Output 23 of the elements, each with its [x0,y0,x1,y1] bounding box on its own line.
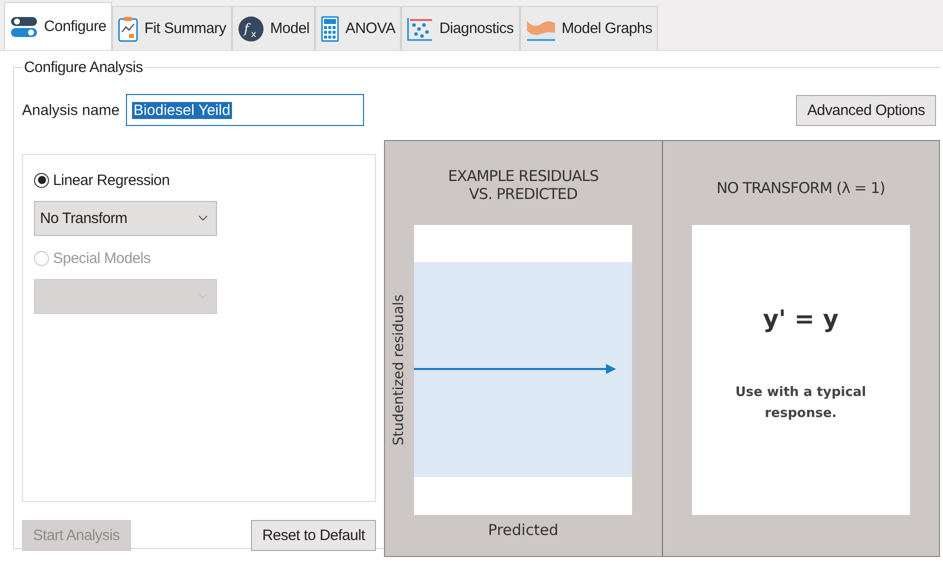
formula: y' = y [763,305,838,333]
scatter-icon [407,16,434,40]
reset-to-default-button[interactable]: Reset to Default [251,520,376,551]
chevron-down-icon [198,215,208,221]
advanced-options-button[interactable]: Advanced Options [796,94,936,126]
example-title: EXAMPLE RESIDUALS VS. PREDICTED [448,167,599,205]
x-axis-label: Predicted [488,521,558,539]
transform-title: NO TRANSFORM (λ = 1) [716,179,886,199]
y-axis-label: Studentized residuals [391,294,408,446]
radio-button[interactable]: Linear Regression [34,172,170,188]
analysis-name-label: Analysis name [22,102,120,118]
transform-note: Use with a typical response. [734,384,868,423]
calculator-icon [321,16,340,42]
analysis-name-field[interactable]: Biodiesel Yeild [126,94,364,126]
tab[interactable]: Diagnostics [401,6,520,50]
group-title: Configure Analysis [23,59,144,76]
clipboard-icon [118,16,138,42]
tab[interactable]: Model Graphs [520,6,658,50]
dropdown[interactable]: No Transform [34,200,217,236]
tab[interactable]: Fit Summary [112,6,232,50]
tab[interactable]: ANOVA [315,6,402,50]
toggle-icon [10,14,38,38]
tab[interactable]: Configure [4,2,112,50]
